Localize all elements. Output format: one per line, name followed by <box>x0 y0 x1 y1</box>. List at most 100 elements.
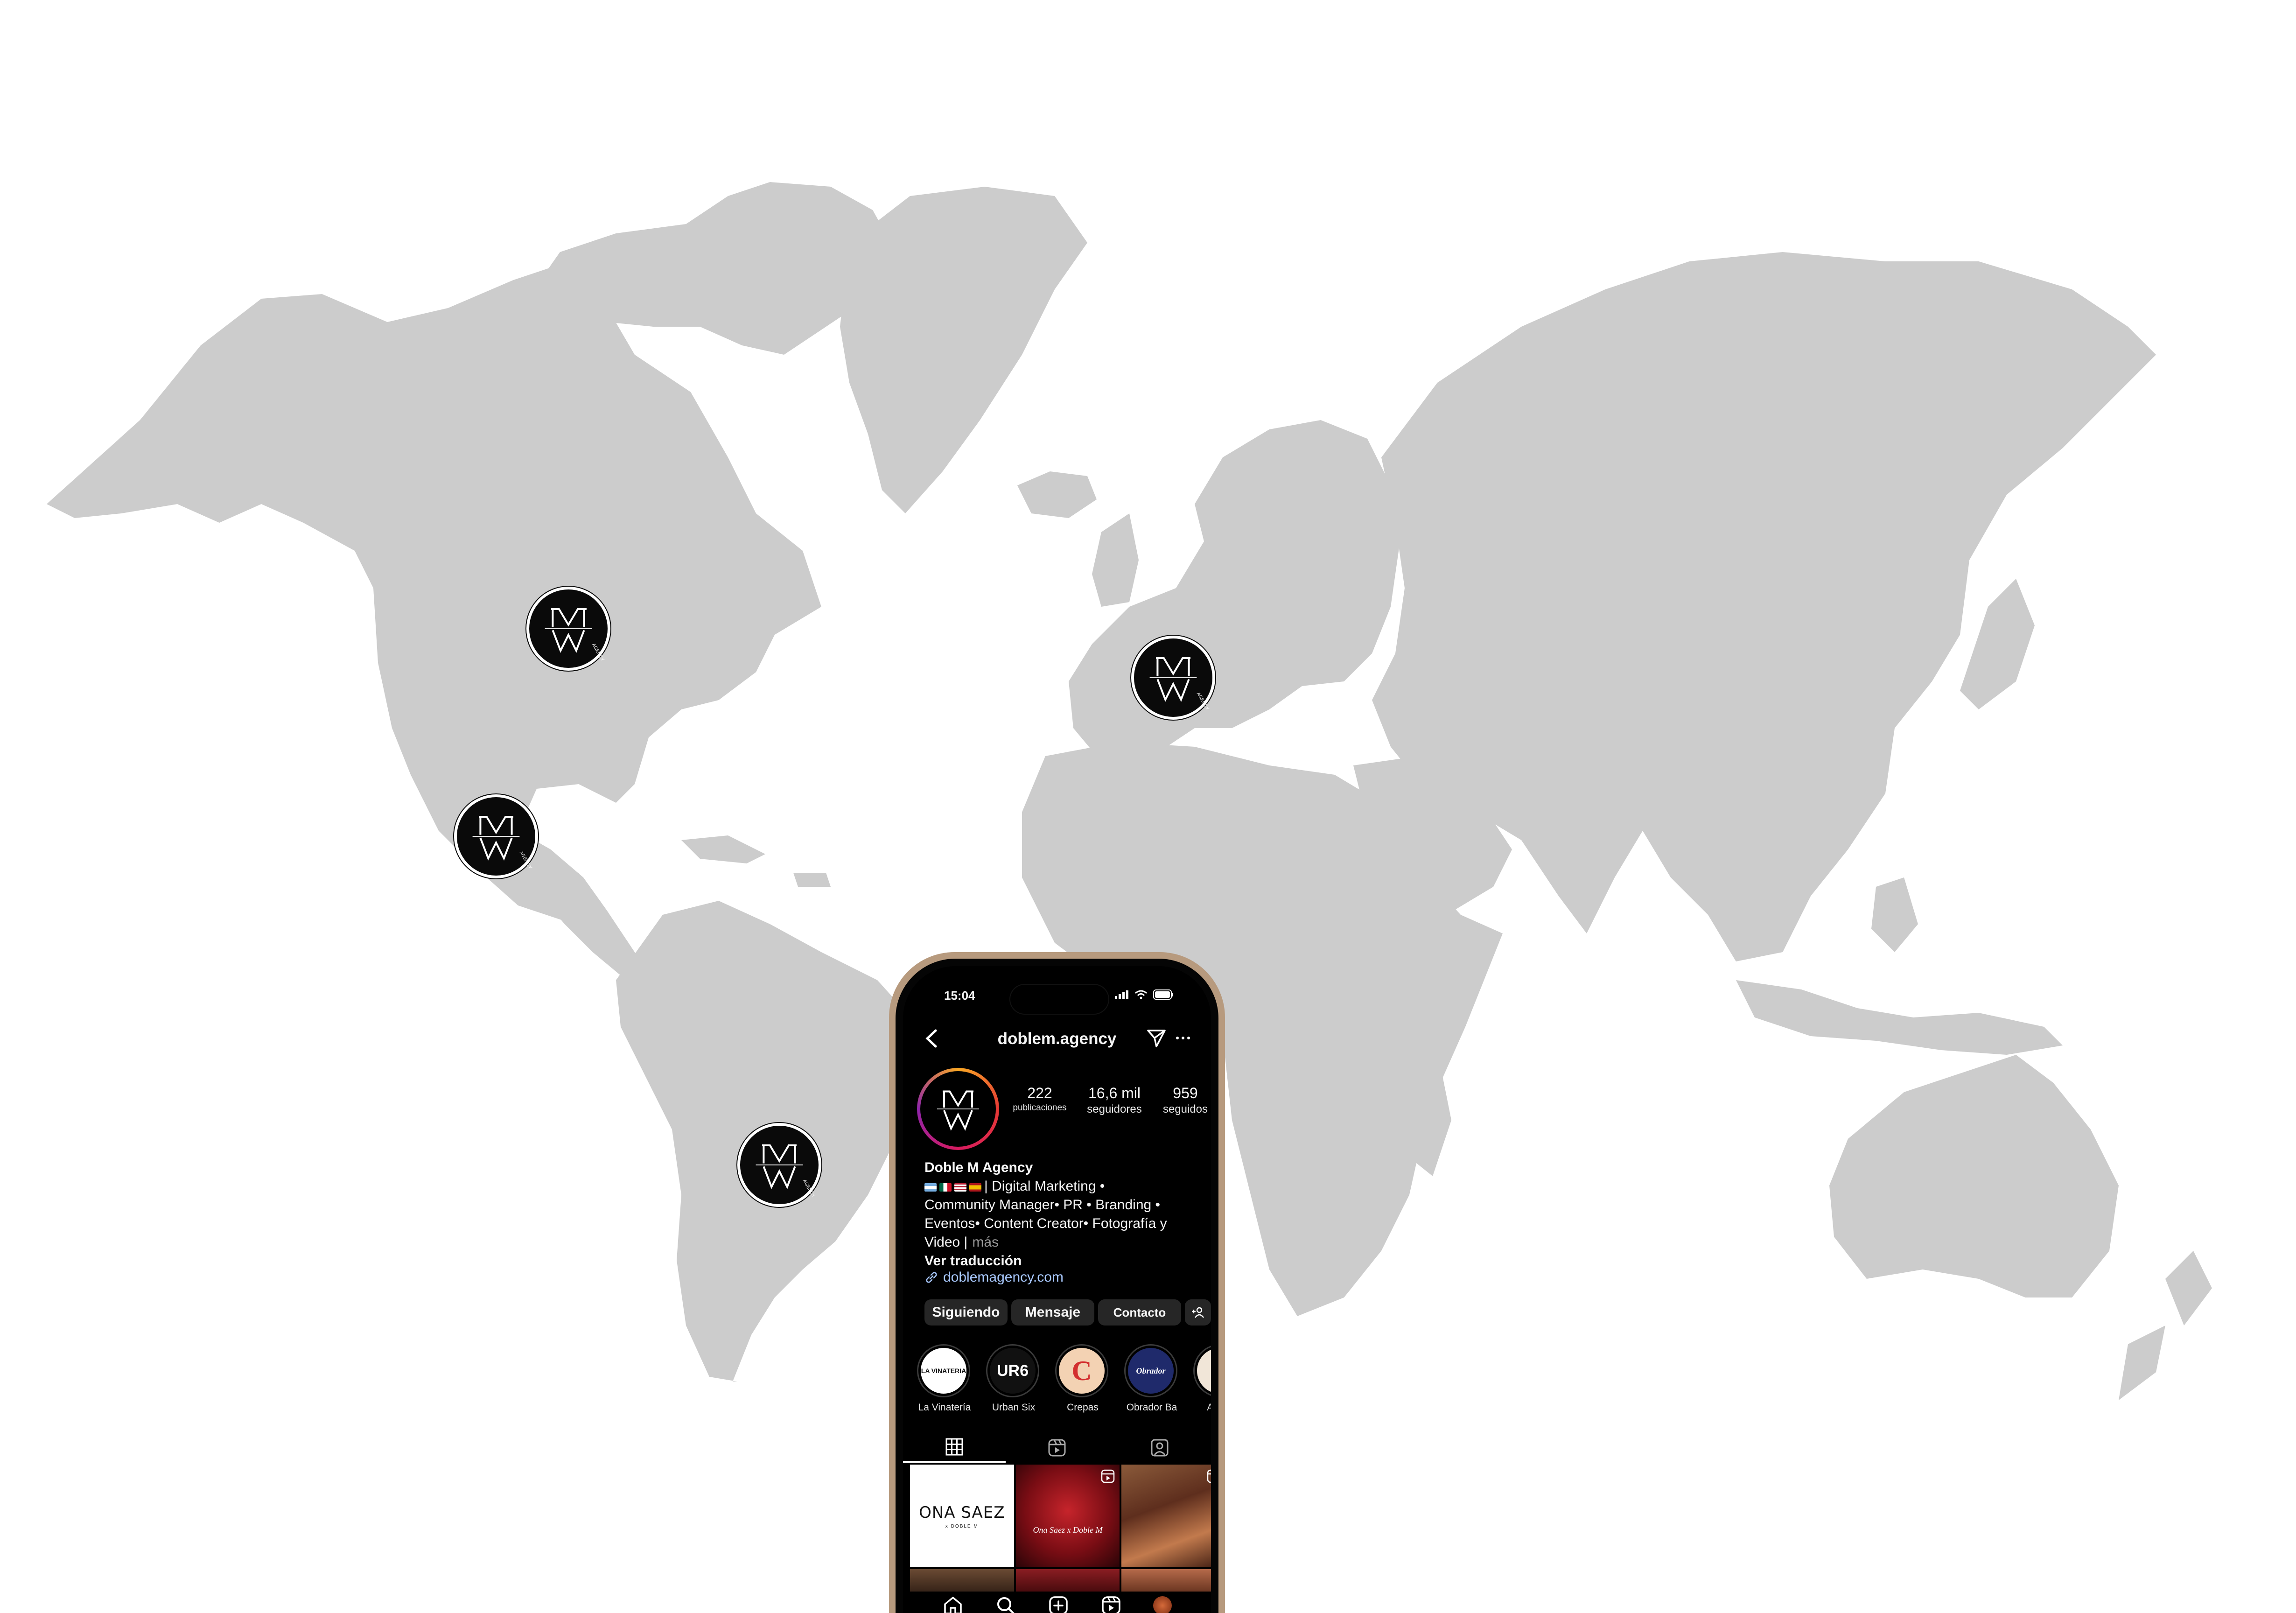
dynamic-island <box>1010 985 1108 1014</box>
bio-line-1-text: | Digital Marketing • <box>984 1178 1105 1194</box>
japan <box>1960 579 2035 709</box>
home-icon[interactable] <box>942 1595 964 1613</box>
tab-posts-grid[interactable] <box>903 1433 1006 1463</box>
posts-grid: ONA SAEZ x DOBLE M Ona Saez x Doble M <box>910 1465 1211 1597</box>
stat-posts-value: 222 <box>1027 1085 1052 1101</box>
wifi-icon <box>1135 990 1147 999</box>
reel-badge-icon <box>1101 1469 1115 1483</box>
profile-nav-avatar[interactable] <box>1153 1596 1172 1613</box>
message-button[interactable]: Mensaje <box>1011 1299 1094 1325</box>
stat-posts-label: publicaciones <box>1013 1103 1067 1113</box>
flag-argentina-icon <box>924 1183 937 1192</box>
send-message-icon[interactable] <box>1146 1028 1167 1048</box>
bio-line-4: Video | más <box>924 1233 1204 1252</box>
stat-following-label: seguidos <box>1162 1103 1208 1115</box>
search-icon[interactable] <box>995 1595 1016 1613</box>
stat-posts[interactable]: 222 publicaciones <box>1005 1085 1075 1113</box>
highlight-label: Urban Six <box>992 1402 1036 1413</box>
doble-m-logo-icon: AGENCY <box>545 608 605 663</box>
bio-line-2: Community Manager• PR • Branding • <box>924 1197 1161 1213</box>
highlight-label: Antoni <box>1207 1402 1211 1413</box>
map-marker-mexico[interactable]: AGENCY <box>454 794 538 878</box>
doble-m-logo-icon <box>937 1090 979 1131</box>
post-thumbnail[interactable]: ONA SAEZ x DOBLE M <box>910 1465 1014 1567</box>
contact-button[interactable]: Contacto <box>1098 1299 1181 1325</box>
map-marker-south-america[interactable]: AGENCY <box>737 1123 821 1207</box>
highlight-label: Obrador Ba <box>1126 1402 1177 1413</box>
profile-display-name: Doble M Agency <box>924 1160 1033 1175</box>
tab-tagged[interactable] <box>1108 1433 1211 1463</box>
tagged-person-icon <box>1151 1439 1169 1457</box>
svg-text:AGENCY: AGENCY <box>518 850 533 870</box>
suggest-users-button[interactable] <box>1185 1299 1211 1325</box>
website-url: doblemagency.com <box>943 1269 1064 1285</box>
post-thumbnail[interactable] <box>1121 1465 1211 1567</box>
bio-line-1: | Digital Marketing • <box>924 1177 1204 1196</box>
highlight-label: La Vinatería <box>918 1402 971 1413</box>
highlight-cover <box>1197 1348 1211 1394</box>
flag-usa-icon <box>954 1183 966 1192</box>
highlight-urban-six[interactable]: UR6 Urban Six <box>986 1344 1041 1413</box>
svg-text:AGENCY: AGENCY <box>802 1179 816 1199</box>
profile-website-link[interactable]: doblemagency.com <box>924 1269 1064 1285</box>
stat-followers-label: seguidores <box>1087 1103 1142 1115</box>
highlight-crepas[interactable]: C Crepas <box>1055 1344 1110 1413</box>
map-marker-north-america[interactable]: AGENCY <box>526 587 610 671</box>
bio-line-4-text: Video | <box>924 1234 968 1250</box>
reels-nav-icon[interactable] <box>1100 1595 1122 1613</box>
post-brand-sub: x DOBLE M <box>945 1523 979 1529</box>
status-icons <box>1115 989 1174 1000</box>
following-button[interactable]: Siguiendo <box>924 1299 1008 1325</box>
signal-icon <box>1115 990 1128 999</box>
highlight-cover: Obrador <box>1128 1348 1174 1394</box>
map-marker-europe[interactable]: AGENCY <box>1131 636 1215 720</box>
highlight-cover: LA VINATERIA <box>921 1348 966 1394</box>
philippines <box>1871 877 1918 952</box>
highlight-antoni[interactable]: Antoni <box>1193 1344 1211 1413</box>
post-caption-text: Ona Saez x Doble M <box>1033 1525 1103 1535</box>
more-options-icon[interactable] <box>1175 1027 1191 1047</box>
reels-icon <box>1048 1439 1066 1457</box>
highlight-label: Crepas <box>1067 1402 1099 1413</box>
bottom-navigation <box>903 1592 1211 1613</box>
highlight-cover: UR6 <box>990 1348 1036 1394</box>
stat-followers[interactable]: 16,6 mil seguidores <box>1079 1085 1149 1116</box>
highlight-cover: C <box>1059 1348 1105 1394</box>
new-zealand <box>2119 1251 2212 1400</box>
bio-line-3: Eventos• Content Creator• Fotografía y <box>924 1216 1167 1231</box>
profile-avatar[interactable] <box>917 1068 999 1150</box>
svg-text:AGENCY: AGENCY <box>591 643 605 663</box>
doble-m-logo-icon: AGENCY <box>472 815 533 870</box>
greenland <box>840 187 1087 513</box>
profile-tabs <box>903 1433 1211 1463</box>
grid-icon <box>945 1438 963 1456</box>
highlight-obrador[interactable]: Obrador Obrador Ba <box>1124 1344 1179 1413</box>
post-brand-text: ONA SAEZ <box>919 1503 1005 1522</box>
flag-spain-icon <box>969 1183 981 1192</box>
link-icon <box>926 1272 937 1283</box>
story-highlights: LA VINATERIA La Vinatería UR6 Urban Six … <box>917 1344 1211 1413</box>
indonesia <box>1736 980 2063 1055</box>
add-person-icon <box>1192 1307 1204 1318</box>
instagram-profile-screen: 15:04 doblem.agency 222 publicaciones 16… <box>903 966 1211 1613</box>
doble-m-logo-icon: AGENCY <box>756 1144 816 1199</box>
stat-following[interactable]: 959 seguidos <box>1153 1085 1211 1116</box>
tab-reels[interactable] <box>1006 1433 1108 1463</box>
doble-m-logo-icon: AGENCY <box>1149 657 1210 712</box>
iceland <box>1017 471 1097 518</box>
svg-text:AGENCY: AGENCY <box>1196 692 1210 712</box>
post-thumbnail[interactable]: Ona Saez x Doble M <box>1015 1465 1120 1567</box>
phone-bezel: 15:04 doblem.agency 222 publicaciones 16… <box>896 959 1218 1613</box>
stat-followers-value: 16,6 mil <box>1088 1085 1141 1101</box>
translate-link[interactable]: Ver traducción <box>924 1252 1204 1270</box>
profile-topbar: doblem.agency <box>903 1022 1211 1055</box>
highlight-la-vinateria[interactable]: LA VINATERIA La Vinatería <box>917 1344 972 1413</box>
bio-more-link[interactable]: más <box>972 1234 999 1250</box>
north-america-landmass <box>47 261 821 933</box>
stat-following-value: 959 <box>1173 1085 1198 1101</box>
profile-bio: Doble M Agency | Digital Marketing • Com… <box>924 1158 1204 1270</box>
create-post-icon[interactable] <box>1048 1595 1069 1613</box>
caribbean-islands <box>681 835 831 887</box>
flag-mexico-icon <box>939 1183 952 1192</box>
uk <box>1092 513 1139 607</box>
